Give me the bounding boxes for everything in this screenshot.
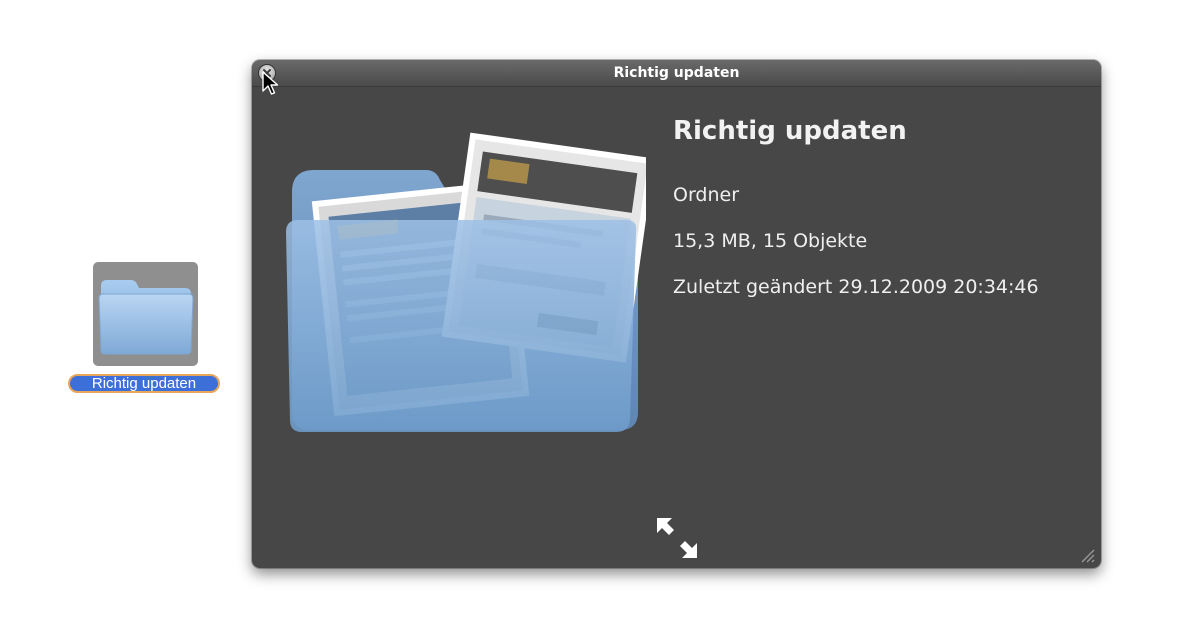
item-size-count: 15,3 MB, 15 Objekte <box>673 230 868 252</box>
item-name: Richtig updaten <box>673 116 907 146</box>
folder-name-label[interactable]: Richtig updaten <box>68 374 220 393</box>
item-kind: Ordner <box>673 184 740 206</box>
resize-grip-icon[interactable] <box>1078 546 1096 564</box>
desktop-folder-item[interactable]: Richtig updaten <box>66 260 226 400</box>
item-modified-date: Zuletzt geändert 29.12.2009 20:34:46 <box>673 276 1039 298</box>
window-title: Richtig updaten <box>613 65 740 81</box>
fullscreen-expand-icon[interactable] <box>654 515 700 561</box>
folder-preview-image <box>286 132 646 432</box>
folder-icon <box>98 280 194 355</box>
desktop: Richtig updaten Richtig updaten Richtig … <box>0 0 1200 628</box>
quicklook-window: Richtig updaten Richtig updaten Ordner 1… <box>252 60 1101 568</box>
mouse-pointer-icon <box>262 71 279 95</box>
window-titlebar[interactable]: Richtig updaten <box>252 60 1101 87</box>
